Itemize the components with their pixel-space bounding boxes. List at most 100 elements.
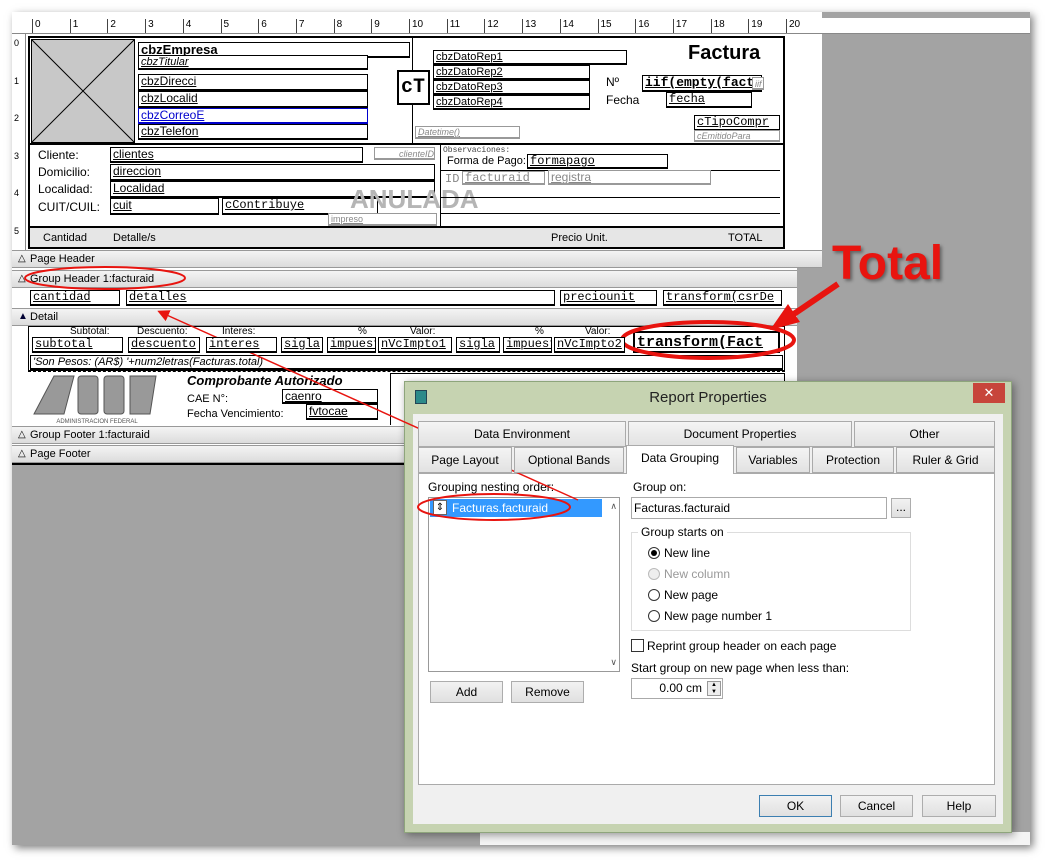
field-fecha[interactable]: fecha bbox=[666, 92, 752, 108]
field-clienteid[interactable]: clienteID bbox=[374, 147, 435, 160]
field-datorep4[interactable]: cbzDatoRep4 bbox=[433, 95, 590, 110]
band-detail[interactable]: ▲ Detail bbox=[12, 308, 797, 326]
field-iif-small[interactable]: iif bbox=[752, 77, 764, 90]
band-page-header[interactable]: △ Page Header bbox=[12, 250, 822, 268]
field-registra[interactable]: registra bbox=[548, 170, 711, 185]
field-cuit[interactable]: cuit bbox=[110, 198, 219, 215]
field-numero[interactable]: iif(empty(fact bbox=[642, 75, 762, 92]
tab-page-layout[interactable]: Page Layout bbox=[418, 447, 512, 473]
close-button[interactable]: ✕ bbox=[973, 383, 1005, 403]
detail-field-nvcimpto2[interactable]: nVcImpto2 bbox=[554, 337, 625, 353]
tab-protection[interactable]: Protection bbox=[812, 447, 894, 473]
field-correo[interactable]: cbzCorreoE bbox=[138, 108, 368, 124]
nesting-list[interactable]: ⇕ Facturas.facturaid ∧ ∨ bbox=[428, 497, 620, 672]
cancel-button[interactable]: Cancel bbox=[840, 795, 913, 817]
field-telefono[interactable]: cbzTelefon bbox=[138, 124, 368, 140]
horizontal-ruler: 0 1 2 3 4 5 6 7 8 9 10 11 12 13 14 15 16 17 18 19 20 bbox=[12, 18, 1030, 34]
field-titular[interactable]: cbzTitular bbox=[138, 55, 368, 70]
detail-field-impuest[interactable]: impuest bbox=[327, 337, 376, 353]
scroll-down-icon[interactable]: ∨ bbox=[610, 657, 617, 668]
less-than-label: Start group on new page when less than: bbox=[631, 661, 850, 675]
tab-data-grouping[interactable]: Data Grouping bbox=[626, 445, 734, 474]
ruler-tick: 2 bbox=[107, 19, 116, 33]
band-label: Detail bbox=[30, 311, 59, 323]
ruler-tick: 18 bbox=[710, 19, 725, 33]
spinner-arrows-icon[interactable]: ▲ ▼ bbox=[707, 681, 721, 696]
detail-field-sigla[interactable]: sigla bbox=[456, 337, 500, 353]
radio-new-page[interactable]: New page bbox=[648, 588, 718, 602]
domicilio-label: Domicilio: bbox=[38, 165, 91, 179]
ruler-tick: 0 bbox=[14, 38, 20, 48]
field-localidad-empresa[interactable]: cbzLocalid bbox=[138, 91, 368, 108]
tab-variables[interactable]: Variables bbox=[736, 447, 810, 473]
tab-other[interactable]: Other bbox=[854, 421, 995, 447]
detail-field-interes[interactable]: interes bbox=[206, 337, 277, 353]
field-son-pesos[interactable]: 'Son Pesos: (AR$) '+num2letras(Facturas.… bbox=[30, 355, 783, 370]
browse-button[interactable]: ... bbox=[891, 498, 911, 518]
field-detalles[interactable]: detalles bbox=[126, 290, 555, 306]
afip-logo: ADMINISTRACION FEDERAL bbox=[32, 374, 180, 425]
ok-button[interactable]: OK bbox=[759, 795, 832, 817]
radio-new-line[interactable]: New line bbox=[648, 546, 710, 560]
field-total[interactable]: transform(Fact bbox=[633, 331, 780, 353]
radio-circle-icon[interactable] bbox=[648, 589, 660, 601]
tab-optional-bands[interactable]: Optional Bands bbox=[514, 447, 624, 473]
help-button[interactable]: Help bbox=[922, 795, 996, 817]
reprint-label: Reprint group header on each page bbox=[647, 639, 837, 653]
field-clientes[interactable]: clientes bbox=[110, 147, 363, 163]
move-updown-icon[interactable]: ⇕ bbox=[433, 500, 447, 515]
list-item[interactable]: ⇕ Facturas.facturaid bbox=[430, 499, 602, 517]
field-tipo-letra[interactable]: cT bbox=[397, 70, 430, 105]
detail-field-sigla[interactable]: sigla bbox=[281, 337, 323, 353]
ruler-tick: 13 bbox=[522, 19, 536, 33]
ruler-tick: 2 bbox=[14, 113, 20, 123]
field-datorep2[interactable]: cbzDatoRep2 bbox=[433, 65, 590, 80]
ruler-tick: 15 bbox=[597, 19, 612, 33]
radio-circle-icon[interactable] bbox=[648, 610, 660, 622]
ruler-tick: 10 bbox=[409, 19, 423, 33]
col-total: TOTAL bbox=[728, 232, 763, 244]
add-button[interactable]: Add bbox=[430, 681, 503, 703]
radio-circle-icon[interactable] bbox=[648, 568, 660, 580]
field-vto[interactable]: fvtocae bbox=[306, 404, 378, 420]
detail-field-nvcimpto1[interactable]: nVcImpto1 bbox=[378, 337, 452, 353]
radio-new-page-number-1[interactable]: New page number 1 bbox=[648, 609, 772, 623]
cuit-label: CUIT/CUIL: bbox=[38, 200, 101, 214]
field-direccion-empresa[interactable]: cbzDirecci bbox=[138, 74, 368, 91]
radio-new-column: New column bbox=[648, 567, 730, 581]
field-transform-precio[interactable]: transform(csrDe bbox=[663, 290, 782, 306]
field-cae[interactable]: caenro bbox=[282, 389, 378, 404]
tab-document-properties[interactable]: Document Properties bbox=[628, 421, 852, 447]
detail-field-descuento[interactable]: descuento bbox=[128, 337, 200, 353]
tab-data-environment[interactable]: Data Environment bbox=[418, 421, 626, 447]
less-than-spinner[interactable]: 0.00 cm ▲ ▼ bbox=[631, 678, 723, 699]
field-tipo-comprobante[interactable]: cTipoCompr bbox=[694, 115, 780, 131]
image-placeholder[interactable] bbox=[31, 39, 135, 143]
scroll-up-icon[interactable]: ∧ bbox=[610, 501, 617, 512]
anulada-watermark: ANULADA bbox=[350, 184, 479, 214]
image-placeholder-icon bbox=[31, 39, 135, 143]
remove-button[interactable]: Remove bbox=[511, 681, 584, 703]
band-group-header[interactable]: △ Group Header 1:facturaid bbox=[12, 270, 797, 288]
field-preciounit[interactable]: preciounit bbox=[560, 290, 657, 306]
detail-field-impuest[interactable]: impuest bbox=[503, 337, 552, 353]
field-datorep1[interactable]: cbzDatoRep1 bbox=[433, 50, 627, 65]
field-facturaid[interactable]: facturaid bbox=[462, 171, 545, 185]
field-datorep3[interactable]: cbzDatoRep3 bbox=[433, 80, 590, 95]
field-emitido-para[interactable]: cEmitidoPara bbox=[694, 130, 780, 142]
field-datetime[interactable]: Datetime() bbox=[415, 126, 520, 139]
detail-field-subtotal[interactable]: subtotal bbox=[32, 337, 123, 353]
column-header-row: Cantidad Detalle/s Precio Unit. TOTAL bbox=[30, 228, 783, 247]
field-impreso[interactable]: impreso bbox=[328, 213, 437, 226]
factura-title: Factura bbox=[688, 42, 761, 64]
radio-circle-icon[interactable] bbox=[648, 547, 660, 559]
field-direccion[interactable]: direccion bbox=[110, 164, 435, 181]
reprint-checkbox[interactable] bbox=[631, 639, 644, 652]
field-cantidad[interactable]: cantidad bbox=[30, 290, 120, 306]
tab-ruler-grid[interactable]: Ruler & Grid bbox=[896, 447, 995, 473]
group-on-input[interactable] bbox=[631, 497, 887, 519]
radio-label: New column bbox=[664, 567, 731, 581]
ruler-tick: 5 bbox=[14, 225, 20, 236]
less-than-value: 0.00 cm bbox=[659, 681, 702, 695]
field-formapago[interactable]: formapago bbox=[527, 154, 668, 169]
